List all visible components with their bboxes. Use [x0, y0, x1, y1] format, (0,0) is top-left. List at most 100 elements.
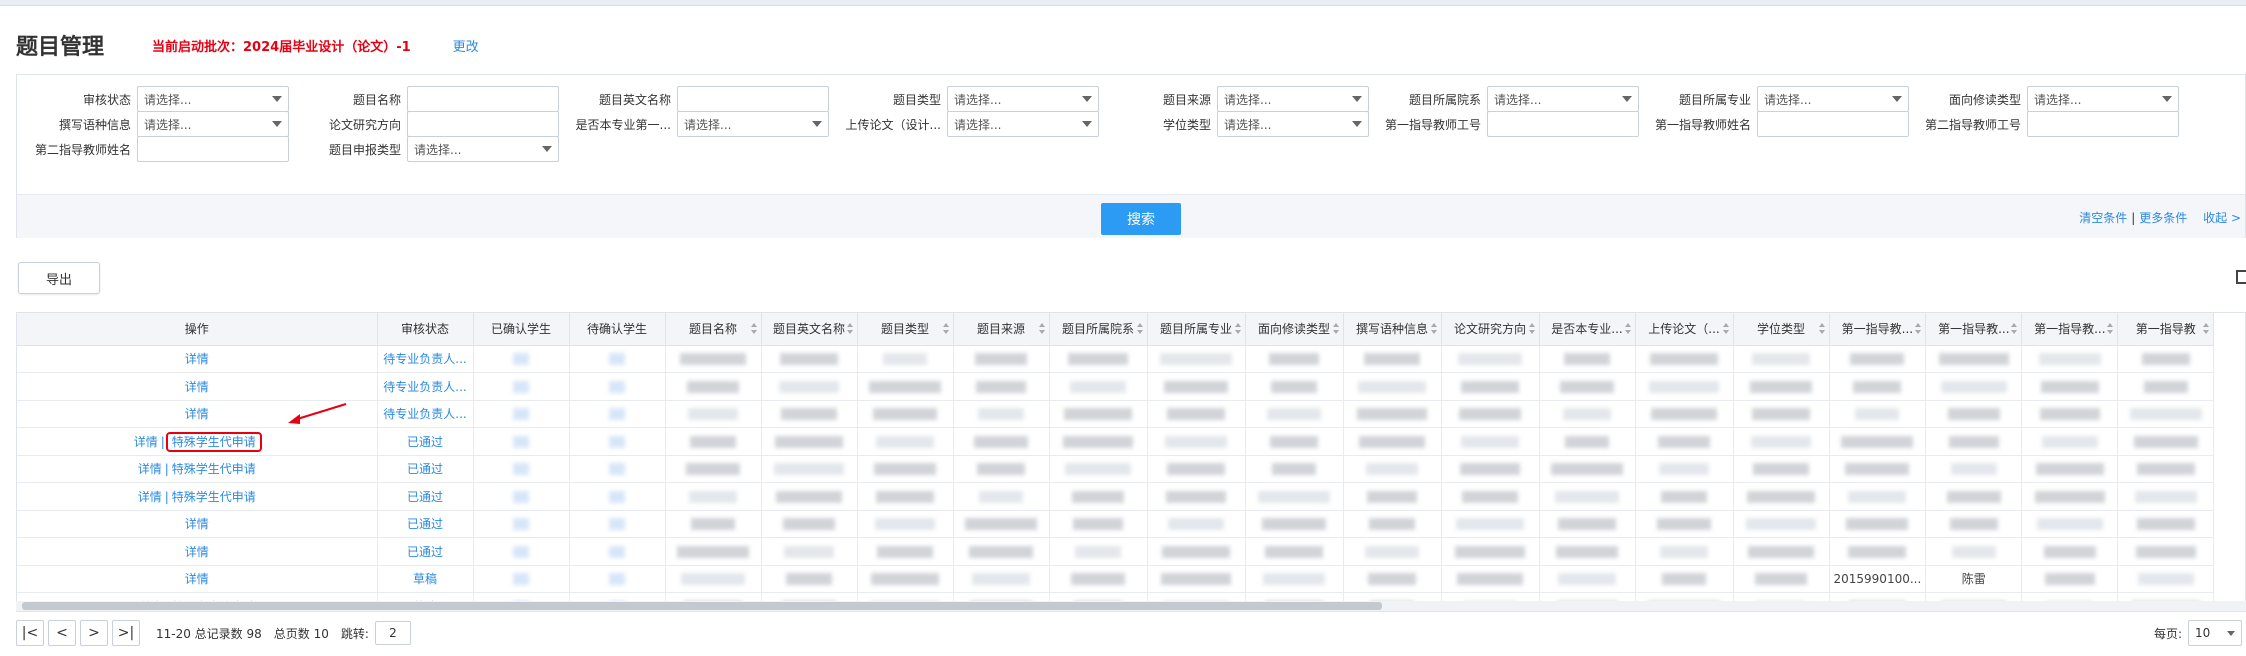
filter-input[interactable] [2027, 111, 2179, 137]
filter-select[interactable]: 请选择... [947, 86, 1099, 112]
filter-input[interactable] [137, 136, 289, 162]
detail-link[interactable]: 详情 [138, 490, 162, 504]
column-header[interactable]: 题目名称 [665, 313, 762, 346]
redacted-value [1563, 408, 1611, 421]
review-status-link[interactable]: 已通过 [407, 545, 443, 559]
sort-icon[interactable] [1038, 323, 1045, 335]
column-header-label: 是否本专业... [1551, 322, 1623, 337]
filter-select[interactable]: 请选择... [2027, 86, 2179, 112]
sort-icon[interactable] [1234, 323, 1241, 335]
filter-input[interactable] [1757, 111, 1909, 137]
filter-select[interactable]: 请选择... [677, 111, 829, 137]
column-header[interactable]: 是否本专业... [1539, 313, 1636, 346]
review-status-link[interactable]: 已通过 [407, 462, 443, 476]
per-page-select[interactable]: 10 [2188, 620, 2242, 646]
detail-link[interactable]: 详情 [138, 462, 162, 476]
sort-icon[interactable] [1624, 323, 1631, 335]
redacted-value [1166, 490, 1226, 503]
column-header[interactable]: 题目所属院系 [1049, 313, 1148, 346]
filter-select[interactable]: 请选择... [947, 111, 1099, 137]
filter-select[interactable]: 请选择... [1757, 86, 1909, 112]
filter-select[interactable]: 请选择... [137, 111, 289, 137]
column-header[interactable]: 第一指导教 [2117, 313, 2215, 346]
collapse-link[interactable]: 收起 > [2203, 211, 2241, 225]
column-header[interactable]: 面向修读类型 [1245, 313, 1344, 346]
more-conditions-link[interactable]: 更多条件 [2139, 211, 2187, 225]
redacted-value [1065, 463, 1131, 476]
sort-icon[interactable] [2203, 323, 2210, 335]
review-status-link[interactable]: 待专业负责人... [383, 407, 466, 421]
redacted-cell [1343, 510, 1442, 538]
jump-page-input[interactable]: 2 [374, 621, 411, 645]
redacted-cell [665, 427, 762, 456]
horizontal-scrollbar[interactable] [16, 601, 2246, 611]
sort-icon[interactable] [2107, 323, 2114, 335]
filter-select[interactable]: 请选择... [1217, 111, 1369, 137]
sort-icon[interactable] [750, 323, 757, 335]
column-header[interactable]: 题目英文名称 [761, 313, 858, 346]
filter-select[interactable]: 请选择... [1487, 86, 1639, 112]
clear-conditions-link[interactable]: 清空条件 [2079, 211, 2127, 225]
detail-link[interactable]: 详情 [185, 517, 209, 531]
special-student-apply-link[interactable]: 特殊学生代申请 [165, 431, 262, 452]
sort-icon[interactable] [1722, 323, 1729, 335]
sort-icon[interactable] [2011, 323, 2018, 335]
review-status-link[interactable]: 草稿 [413, 572, 437, 586]
column-settings-icon[interactable] [2236, 270, 2246, 284]
sort-icon[interactable] [1430, 323, 1437, 335]
special-student-apply-link[interactable]: 特殊学生代申请 [172, 490, 256, 504]
column-header[interactable]: 上传论文（... [1635, 313, 1734, 346]
search-button[interactable]: 搜索 [1101, 203, 1181, 235]
prev-page-button[interactable]: < [48, 620, 76, 646]
filter-input[interactable] [407, 111, 559, 137]
column-header[interactable]: 论文研究方向 [1441, 313, 1540, 346]
status-cell: 已通过 [377, 537, 474, 566]
column-header[interactable]: 题目来源 [953, 313, 1050, 346]
first-page-button[interactable]: |< [16, 620, 44, 646]
filter-input[interactable] [677, 86, 829, 112]
column-header[interactable]: 操作 [17, 313, 378, 346]
column-header[interactable]: 第一指导教... [1925, 313, 2023, 346]
change-batch-link[interactable]: 更改 [453, 36, 479, 55]
column-header[interactable]: 已确认学生 [473, 313, 570, 346]
review-status-link[interactable]: 待专业负责人... [383, 380, 466, 394]
special-student-apply-link[interactable]: 特殊学生代申请 [172, 462, 256, 476]
detail-link[interactable]: 详情 [185, 380, 209, 394]
filter-input[interactable] [1487, 111, 1639, 137]
filter-input[interactable] [407, 86, 559, 112]
sort-icon[interactable] [1332, 323, 1339, 335]
review-status-link[interactable]: 已通过 [407, 517, 443, 531]
scrollbar-thumb[interactable] [22, 602, 1382, 610]
detail-link[interactable]: 详情 [185, 407, 209, 421]
detail-link[interactable]: 详情 [185, 352, 209, 366]
filter-select[interactable]: 请选择... [407, 136, 559, 162]
next-page-button[interactable]: > [80, 620, 108, 646]
column-header[interactable]: 第一指导教... [2021, 313, 2119, 346]
column-header[interactable]: 题目类型 [857, 313, 954, 346]
detail-link[interactable]: 详情 [134, 435, 158, 449]
sort-icon[interactable] [942, 323, 949, 335]
column-header[interactable]: 审核状态 [377, 313, 474, 346]
filter-select[interactable]: 请选择... [137, 86, 289, 112]
sort-icon[interactable] [846, 323, 853, 335]
filter-select[interactable]: 请选择... [1217, 86, 1369, 112]
redacted-cell [473, 400, 570, 428]
column-header[interactable]: 撰写语种信息 [1343, 313, 1442, 346]
sort-icon[interactable] [1818, 323, 1825, 335]
column-header[interactable]: 学位类型 [1733, 313, 1830, 346]
last-page-button[interactable]: >| [112, 620, 140, 646]
detail-link[interactable]: 详情 [185, 572, 209, 586]
review-status-link[interactable]: 已通过 [407, 490, 443, 504]
redacted-value [775, 435, 843, 448]
sort-icon[interactable] [1136, 323, 1143, 335]
redacted-value [1365, 545, 1419, 558]
column-header[interactable]: 第一指导教... [1829, 313, 1927, 346]
sort-icon[interactable] [1915, 323, 1922, 335]
review-status-link[interactable]: 已通过 [407, 435, 443, 449]
export-button[interactable]: 导出 [18, 262, 100, 294]
detail-link[interactable]: 详情 [185, 545, 209, 559]
column-header[interactable]: 待确认学生 [569, 313, 666, 346]
sort-icon[interactable] [1528, 323, 1535, 335]
review-status-link[interactable]: 待专业负责人... [383, 352, 466, 366]
column-header[interactable]: 题目所属专业 [1147, 313, 1246, 346]
